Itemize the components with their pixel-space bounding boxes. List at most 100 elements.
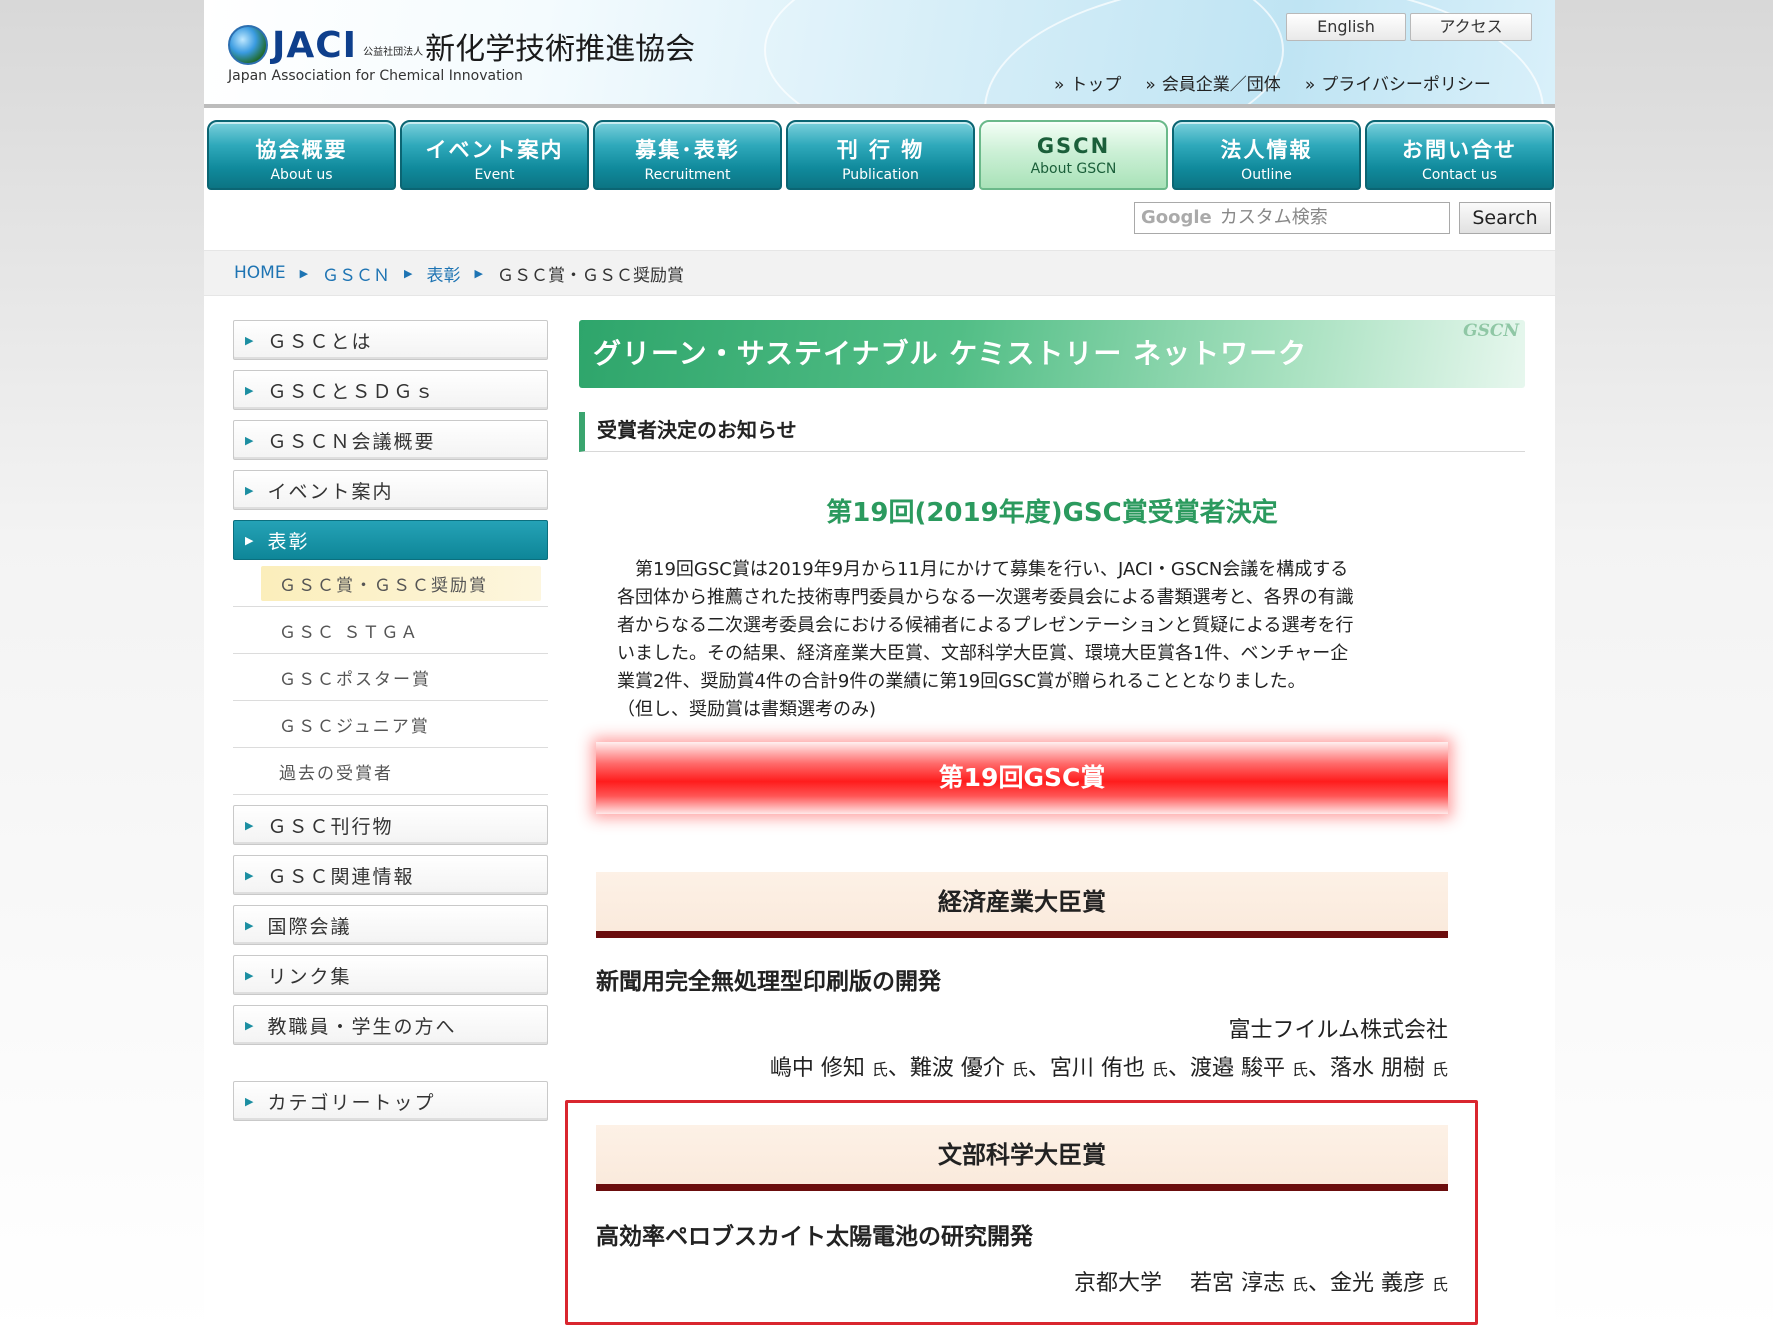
header-nav: » トップ » 会員企業／団体 » プライバシーポリシー bbox=[1054, 70, 1491, 95]
english-button[interactable]: English bbox=[1286, 13, 1406, 41]
sidebar-item-links[interactable]: ▶ リンク集 bbox=[233, 955, 548, 995]
sidebar-item-label: カテゴリートップ bbox=[267, 1091, 436, 1114]
nav-about[interactable]: 協会概要 About us bbox=[207, 120, 396, 190]
nav-marker-icon: » bbox=[1054, 75, 1065, 95]
nav-label-en: About us bbox=[270, 167, 333, 183]
nav-event[interactable]: イベント案内 Event bbox=[400, 120, 589, 190]
nav-label-jp: GSCN bbox=[1036, 134, 1111, 158]
sidebar-item-label: ＧＳＣとは bbox=[267, 330, 373, 353]
breadcrumb-arrow-icon: ▶ bbox=[299, 266, 309, 280]
sidebar-item-related[interactable]: ▶ ＧＳＣ関連情報 bbox=[233, 855, 548, 895]
nav-gscn[interactable]: GSCN About GSCN bbox=[979, 120, 1168, 190]
sidebar-item-publications[interactable]: ▶ ＧＳＣ刊行物 bbox=[233, 805, 548, 845]
intro-line: いました。その結果、経済産業大臣賞、文部科学大臣賞、環境大臣賞各1件、ベンチャー… bbox=[617, 643, 1349, 664]
breadcrumb-gscn[interactable]: ＧＳＣＮ bbox=[322, 261, 390, 286]
nav-label-jp: 法人情報 bbox=[1220, 138, 1313, 162]
sidebar-sub-gsc-award[interactable]: ＧＳＣ賞・ＧＳＣ奨励賞 bbox=[233, 560, 548, 607]
recipient-name: 渡邉 駿平 bbox=[1189, 1056, 1285, 1081]
sidebar-sub-label: ＧＳＣポスター賞 bbox=[279, 669, 431, 690]
recipient-name: 宮川 侑也 bbox=[1049, 1056, 1145, 1081]
nav-contact[interactable]: お問い合せ Contact us bbox=[1365, 120, 1554, 190]
header-nav-label: トップ bbox=[1070, 75, 1122, 95]
nav-label-en: Event bbox=[474, 167, 515, 183]
sidebar-item-label: リンク集 bbox=[267, 965, 352, 988]
intro-line: （但し、奨励賞は書類選考のみ) bbox=[617, 699, 877, 720]
intro-line: 業賞2件、奨励賞4件の合計9件の業績に第19回GSC賞が贈られることとなりました… bbox=[617, 671, 1306, 692]
triangle-right-icon: ▶ bbox=[245, 968, 256, 982]
nav-marker-icon: » bbox=[1304, 75, 1316, 95]
nav-label-jp: お問い合せ bbox=[1402, 138, 1517, 162]
award-work-title: 新聞用完全無処理型印刷版の開発 bbox=[596, 969, 941, 995]
search-placeholder: カスタム検索 bbox=[1219, 207, 1328, 228]
honorific: 氏 bbox=[871, 1060, 888, 1079]
banner-text: グリーン・サステイナブル ケミストリー ネットワーク bbox=[593, 337, 1308, 370]
sidebar-item-label: ＧＳＣ刊行物 bbox=[267, 815, 394, 838]
sidebar-item-intl[interactable]: ▶ 国際会議 bbox=[233, 905, 548, 945]
triangle-right-icon: ▶ bbox=[245, 383, 256, 397]
sidebar-item-label: イベント案内 bbox=[267, 480, 394, 503]
logo-english-name: Japan Association for Chemical Innovatio… bbox=[228, 68, 523, 84]
sidebar-item-category-top[interactable]: ▶ カテゴリートップ bbox=[233, 1081, 548, 1121]
sidebar-sub-label: ＧＳＣジュニア賞 bbox=[279, 716, 430, 737]
award-organization: 富士フイルム株式会社 bbox=[1228, 1018, 1448, 1043]
header-nav-members[interactable]: » 会員企業／団体 bbox=[1145, 70, 1280, 95]
sidebar-item-gsc-about[interactable]: ▶ ＧＳＣとは bbox=[233, 320, 548, 360]
honorific: 氏 bbox=[1011, 1060, 1028, 1079]
logo-corp-type: 公益社団法人 bbox=[363, 46, 424, 58]
nav-label-en: Contact us bbox=[1421, 167, 1498, 183]
sidebar-item-award[interactable]: ▶ 表彰 bbox=[233, 520, 548, 560]
gscn-banner: グリーン・サステイナブル ケミストリー ネットワーク GSCN bbox=[579, 320, 1525, 388]
sidebar-item-staff-students[interactable]: ▶ 教職員・学生の方へ bbox=[233, 1005, 548, 1045]
sidebar-item-label: 国際会議 bbox=[267, 915, 352, 938]
breadcrumb-arrow-icon: ▶ bbox=[474, 266, 483, 280]
access-button[interactable]: アクセス bbox=[1410, 13, 1532, 41]
breadcrumb-award[interactable]: 表彰 bbox=[427, 261, 461, 286]
logo-name: 新化学技術推進協会 bbox=[425, 32, 696, 67]
banner-tag: GSCN bbox=[1463, 321, 1519, 341]
section-title: 受賞者決定のお知らせ bbox=[579, 412, 1525, 452]
intro-line: 各団体から推薦された技術専門委員からなる一次選考委員会による書類選考と、各界の有… bbox=[617, 587, 1354, 608]
google-logo: Google bbox=[1141, 207, 1212, 228]
name-separator: 、 bbox=[887, 1056, 910, 1081]
search-button[interactable]: Search bbox=[1459, 202, 1551, 234]
triangle-right-icon: ▶ bbox=[245, 918, 256, 932]
search-input[interactable]: Google カスタム検索 bbox=[1134, 202, 1450, 234]
intro-line: 第19回GSC賞は2019年9月から11月にかけて募集を行い、JACI・GSCN… bbox=[635, 559, 1349, 580]
site-header: JACI 公益社団法人 新化学技術推進協会 Japan Association … bbox=[204, 0, 1555, 108]
sidebar-item-gsc-sdgs[interactable]: ▶ ＧＳＣとＳＤＧｓ bbox=[233, 370, 548, 410]
globe-logo-icon bbox=[228, 25, 268, 65]
header-nav-top[interactable]: » トップ bbox=[1054, 70, 1121, 95]
main-nav: 協会概要 About us イベント案内 Event 募集･表彰 Recruitmen… bbox=[204, 120, 1555, 192]
triangle-right-icon: ▶ bbox=[245, 533, 256, 547]
sidebar-item-label: ＧＳＣ関連情報 bbox=[267, 865, 415, 888]
nav-label-jp: 協会概要 bbox=[255, 138, 348, 162]
nav-label-en: Outline bbox=[1241, 167, 1292, 183]
recipient-name: 難波 優介 bbox=[909, 1056, 1005, 1081]
sidebar-sub-junior[interactable]: ＧＳＣジュニア賞 bbox=[233, 701, 548, 748]
nav-label-jp: 募集･表彰 bbox=[635, 138, 740, 162]
sidebar-item-event[interactable]: ▶ イベント案内 bbox=[233, 470, 548, 510]
sidebar-sub-gsc-stga[interactable]: ＧＳＣ ＳＴＧＡ bbox=[233, 607, 548, 654]
nav-outline[interactable]: 法人情報 Outline bbox=[1172, 120, 1361, 190]
sidebar-sub-past[interactable]: 過去の受賞者 bbox=[233, 748, 548, 795]
triangle-right-icon: ▶ bbox=[245, 1018, 256, 1032]
honorific: 氏 bbox=[1291, 1060, 1308, 1079]
site-logo[interactable]: JACI 公益社団法人 新化学技術推進協会 bbox=[228, 20, 695, 70]
nav-recruitment[interactable]: 募集･表彰 Recruitment bbox=[593, 120, 782, 190]
sidebar-sub-label: 過去の受賞者 bbox=[279, 763, 393, 784]
sidebar-item-label: ＧＳＣとＳＤＧｓ bbox=[267, 380, 436, 403]
breadcrumb-arrow-icon: ▶ bbox=[404, 266, 413, 280]
triangle-right-icon: ▶ bbox=[245, 333, 256, 347]
name-separator: 、 bbox=[1167, 1056, 1190, 1081]
sidebar-sublist: ＧＳＣ賞・ＧＳＣ奨励賞 ＧＳＣ ＳＴＧＡ ＧＳＣポスター賞 ＧＳＣジュニア賞 過… bbox=[233, 560, 548, 795]
sidebar-item-label: 表彰 bbox=[267, 530, 310, 553]
sidebar-sub-label: ＧＳＣ賞・ＧＳＣ奨励賞 bbox=[261, 565, 541, 601]
triangle-right-icon: ▶ bbox=[245, 818, 256, 832]
sidebar-sub-poster[interactable]: ＧＳＣポスター賞 bbox=[233, 654, 548, 701]
sidebar-item-label: ＧＳＣＮ会議概要 bbox=[267, 430, 436, 453]
sidebar-item-gscn-meeting[interactable]: ▶ ＧＳＣＮ会議概要 bbox=[233, 420, 548, 460]
breadcrumb-home[interactable]: HOME bbox=[234, 263, 286, 283]
header-nav-privacy[interactable]: » プライバシーポリシー bbox=[1305, 70, 1491, 95]
highlight-frame bbox=[565, 1100, 1478, 1325]
nav-publication[interactable]: 刊 行 物 Publication bbox=[786, 120, 975, 190]
